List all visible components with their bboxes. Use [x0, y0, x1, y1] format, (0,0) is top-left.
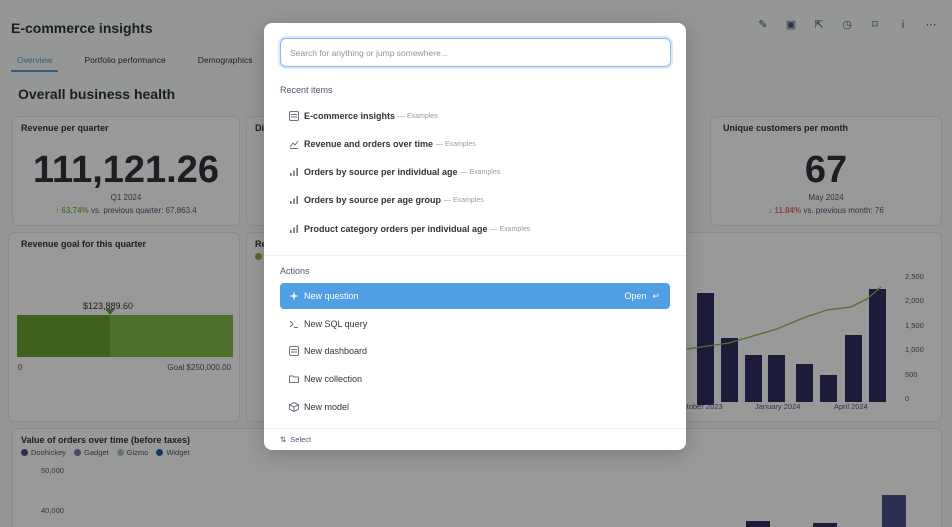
action-name: New question	[304, 291, 359, 301]
up-down-arrows-icon: ⇅	[280, 435, 287, 444]
sql-icon	[288, 319, 299, 330]
insight-icon	[288, 291, 299, 302]
recent-item[interactable]: Revenue and orders over time — Examples	[280, 131, 670, 157]
bar-chart-icon	[288, 195, 299, 206]
recent-item[interactable]: Product category orders per individual a…	[280, 216, 670, 242]
action-name: New model	[304, 402, 350, 412]
action-name: New collection	[304, 374, 363, 384]
recent-item[interactable]: Orders by source per age group — Example…	[280, 187, 670, 213]
recent-item-name: Product category orders per individual a…	[304, 224, 488, 234]
search-input[interactable]	[280, 38, 671, 67]
recent-item-collection: — Examples	[436, 140, 476, 148]
select-hint: Select	[290, 435, 312, 444]
line-chart-icon	[288, 139, 299, 150]
bar-chart-icon	[288, 224, 299, 235]
action-name: New dashboard	[304, 346, 368, 356]
model-icon	[288, 402, 299, 413]
recent-item[interactable]: Orders by source per individual age — Ex…	[280, 159, 670, 185]
folder-icon	[288, 374, 299, 385]
action-new-dashboard[interactable]: New dashboard	[280, 338, 670, 364]
recent-item-name: E-commerce insights	[304, 111, 396, 121]
recent-item-name: Orders by source per individual age	[304, 167, 458, 177]
action-new-sql-query[interactable]: New SQL query	[280, 311, 670, 337]
recent-item-collection: — Examples	[490, 225, 531, 233]
command-palette: Recent items E-commerce insights — Examp…	[264, 23, 686, 450]
recent-item-collection: — Examples	[460, 168, 501, 176]
action-name: New SQL query	[304, 319, 368, 329]
bar-chart-icon	[288, 167, 299, 178]
divider	[264, 255, 686, 256]
palette-footer: ⇅ Select	[280, 435, 311, 444]
action-new-model[interactable]: New model	[280, 394, 670, 420]
recent-item[interactable]: E-commerce insights — Examples	[280, 103, 670, 129]
recent-items-label: Recent items	[280, 85, 333, 95]
action-new-collection[interactable]: New collection	[280, 366, 670, 392]
enter-key-icon: ↵	[652, 290, 660, 301]
action-new-question[interactable]: New question Open ↵	[280, 283, 670, 309]
recent-item-name: Revenue and orders over time	[304, 139, 434, 149]
open-hint: Open ↵	[624, 283, 660, 309]
recent-item-collection: — Examples	[398, 112, 438, 120]
recent-item-collection: — Examples	[444, 196, 484, 204]
dashboard-icon	[288, 346, 299, 357]
open-label: Open	[624, 291, 647, 301]
dashboard-icon	[288, 111, 299, 122]
recent-item-name: Orders by source per age group	[304, 195, 442, 205]
actions-label: Actions	[280, 266, 310, 276]
divider	[264, 428, 686, 429]
